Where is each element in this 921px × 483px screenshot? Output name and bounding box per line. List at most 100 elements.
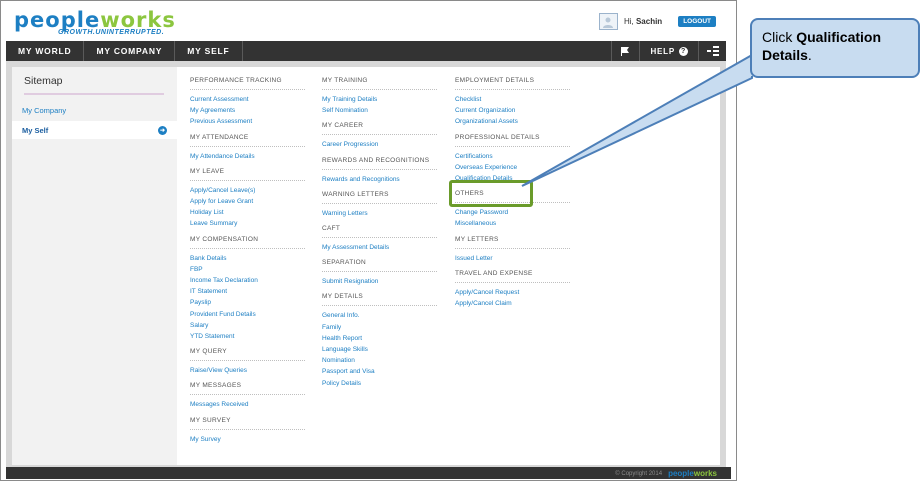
user-silhouette-icon (603, 17, 614, 28)
divider (24, 93, 164, 95)
sitemap-panel: Sitemap My Company My Self ➜ PERFORMANCE … (12, 67, 720, 465)
divider (322, 305, 437, 307)
help-icon: ? (679, 46, 688, 56)
divider (322, 202, 437, 204)
link-previous-assessment[interactable]: Previous Assessment (190, 118, 252, 125)
section-heading-my-career: MY CAREER (322, 122, 364, 130)
divider (322, 237, 437, 238)
divider (190, 89, 305, 90)
link-apply-for-leave-grant[interactable]: Apply for Leave Grant (190, 198, 253, 205)
divider (190, 145, 305, 147)
arrow-right-icon: ➜ (158, 125, 167, 135)
help-button[interactable]: HELP ? (639, 41, 698, 61)
link-it-statement[interactable]: IT Statement (190, 288, 227, 295)
link-career-progression[interactable]: Career Progression (322, 141, 378, 148)
link-my-attendance-details[interactable]: My Attendance Details (190, 153, 255, 160)
avatar[interactable] (598, 13, 618, 30)
peopleworks-logo[interactable]: peopleworks GROWTH.UNINTERRUPTED. (14, 8, 176, 36)
link-current-organization[interactable]: Current Organization (455, 107, 515, 114)
qualification-details-highlight (449, 180, 533, 207)
divider (322, 134, 437, 136)
divider (455, 281, 570, 283)
nav-right-tools: HELP ? (611, 41, 726, 61)
link-rewards-and-recognitions[interactable]: Rewards and Recognitions (322, 176, 400, 183)
user-area: Hi, Sachin LOGOUT (598, 13, 716, 30)
divider (190, 428, 305, 430)
divider (322, 271, 437, 273)
section-heading-rewards-and-recognitions: REWARDS AND RECOGNITIONS (322, 156, 430, 164)
section-heading-my-messages: MY MESSAGES (190, 382, 242, 390)
section-heading-my-letters: MY LETTERS (455, 235, 499, 243)
section-heading-separation: SEPARATION (322, 259, 366, 267)
footer-bar: © Copyright 2014 peopleworks (6, 467, 731, 479)
link-holiday-list[interactable]: Holiday List (190, 209, 224, 216)
link-messages-received[interactable]: Messages Received (190, 401, 249, 408)
link-change-password[interactable]: Change Password (455, 209, 508, 216)
section-heading-my-training: MY TRAINING (322, 77, 368, 84)
divider (455, 145, 570, 147)
flag-icon[interactable] (611, 41, 639, 61)
link-nomination[interactable]: Nomination (322, 357, 355, 364)
sitemap-sidebar: Sitemap My Company My Self ➜ (12, 67, 177, 465)
link-checklist[interactable]: Checklist (455, 96, 481, 103)
app-window: peopleworks GROWTH.UNINTERRUPTED. Hi, Sa… (0, 0, 737, 481)
link-leave-summary[interactable]: Leave Summary (190, 220, 237, 227)
link-self-nomination[interactable]: Self Nomination (322, 107, 368, 114)
section-heading-caft: CAFT (322, 225, 341, 232)
link-apply-cancel-request[interactable]: Apply/Cancel Request (455, 289, 519, 296)
section-heading-employment-details: EMPLOYMENT DETAILS (455, 77, 535, 84)
link-certifications[interactable]: Certifications (455, 153, 493, 160)
link-policy-details[interactable]: Policy Details (322, 380, 361, 387)
sidebar-item-my-company[interactable]: My Company (12, 101, 177, 119)
link-family[interactable]: Family (322, 324, 341, 331)
divider (455, 247, 570, 249)
sidebar-item-my-self[interactable]: My Self ➜ (12, 121, 177, 139)
tab-my-self[interactable]: MY SELF (175, 41, 243, 61)
link-payslip[interactable]: Payslip (190, 299, 211, 306)
link-organizational-assets[interactable]: Organizational Assets (455, 118, 518, 125)
link-bank-details[interactable]: Bank Details (190, 255, 227, 262)
tab-my-world[interactable]: MY WORLD (6, 41, 85, 61)
link-health-report[interactable]: Health Report (322, 335, 362, 342)
user-name: Sachin (635, 17, 663, 26)
link-overseas-experience[interactable]: Overseas Experience (455, 164, 517, 171)
section-heading-my-attendance: MY ATTENDANCE (190, 133, 249, 141)
link-my-assessment-details[interactable]: My Assessment Details (322, 244, 389, 251)
divider (322, 168, 437, 170)
link-apply-cancel-leave-s[interactable]: Apply/Cancel Leave(s) (190, 187, 255, 194)
section-heading-travel-and-expense: TRAVEL AND EXPENSE (455, 269, 533, 277)
link-fbp[interactable]: FBP (190, 266, 203, 273)
header-bar: peopleworks GROWTH.UNINTERRUPTED. Hi, Sa… (4, 4, 734, 41)
divider (322, 89, 437, 90)
link-ytd-statement[interactable]: YTD Statement (190, 333, 234, 340)
section-heading-professional-details: PROFESSIONAL DETAILS (455, 133, 540, 141)
link-current-assessment[interactable]: Current Assessment (190, 96, 249, 103)
sitemap-title: Sitemap (24, 75, 63, 87)
section-heading-my-leave: MY LEAVE (190, 167, 225, 175)
link-salary[interactable]: Salary (190, 322, 208, 329)
link-submit-resignation[interactable]: Submit Resignation (322, 278, 378, 285)
link-raise-view-queries[interactable]: Raise/View Queries (190, 367, 247, 374)
section-heading-my-compensation: MY COMPENSATION (190, 235, 259, 243)
section-heading-my-query: MY QUERY (190, 348, 227, 356)
section-heading-my-details: MY DETAILS (322, 293, 364, 301)
copyright-text: © Copyright 2014 (615, 470, 663, 477)
link-income-tax-declaration[interactable]: Income Tax Declaration (190, 277, 258, 284)
link-language-skills[interactable]: Language Skills (322, 346, 368, 353)
link-passport-and-visa[interactable]: Passport and Visa (322, 368, 375, 375)
link-general-info[interactable]: General Info. (322, 312, 360, 319)
link-my-survey[interactable]: My Survey (190, 436, 221, 443)
link-my-training-details[interactable]: My Training Details (322, 96, 377, 103)
link-issued-letter[interactable]: Issued Letter (455, 255, 493, 262)
link-miscellaneous[interactable]: Miscellaneous (455, 220, 496, 227)
link-provident-fund-details[interactable]: Provident Fund Details (190, 311, 256, 318)
menu-toggle-icon[interactable] (698, 41, 726, 61)
link-apply-cancel-claim[interactable]: Apply/Cancel Claim (455, 300, 512, 307)
tab-my-company[interactable]: MY COMPANY (84, 41, 176, 61)
section-heading-my-survey: MY SURVEY (190, 416, 231, 424)
link-warning-letters[interactable]: Warning Letters (322, 210, 368, 217)
instruction-callout: Click Qualification Details. (750, 18, 920, 78)
link-my-agreements[interactable]: My Agreements (190, 107, 235, 114)
section-heading-performance-tracking: PERFORMANCE TRACKING (190, 77, 282, 84)
logout-button[interactable]: LOGOUT (678, 16, 716, 27)
